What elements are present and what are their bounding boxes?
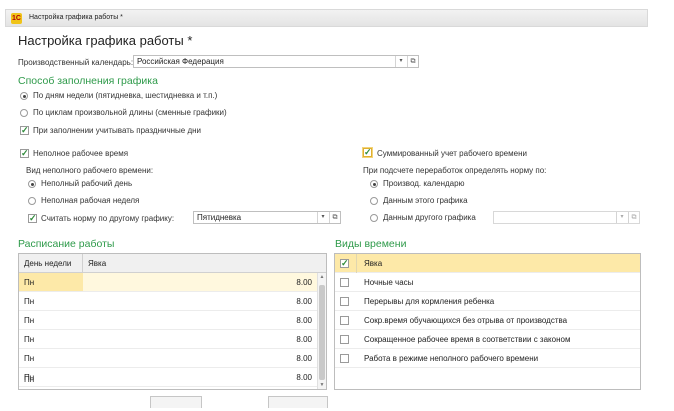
row-day: Пн <box>24 375 35 384</box>
app-logo-icon: 1С <box>11 13 22 24</box>
scroll-up-icon[interactable]: ▲ <box>318 274 326 280</box>
chevron-down-icon[interactable]: ▾ <box>395 56 406 67</box>
column-header-day[interactable]: День недели <box>24 259 71 268</box>
holidays-checkbox[interactable]: ✓ <box>20 126 29 135</box>
norm-another-schedule-radio[interactable] <box>370 214 378 222</box>
bottom-button-left[interactable] <box>150 396 202 408</box>
open-form-icon[interactable]: ⧉ <box>329 212 340 223</box>
part-time-week-radio[interactable] <box>28 197 36 205</box>
schedule-scrollbar[interactable]: ▲ ▼ <box>317 273 326 389</box>
row-value: 8.00 <box>296 354 312 363</box>
column-header-attendance[interactable]: Явка <box>88 259 106 268</box>
time-type-label: Ночные часы <box>364 278 414 287</box>
row-value: 8.00 <box>296 278 312 287</box>
calendar-label: Производственный календарь: <box>18 58 134 67</box>
time-type-label: Перерывы для кормления ребенка <box>364 297 495 306</box>
table-row[interactable]: Пн 8.00 <box>19 330 318 349</box>
table-row[interactable]: Пн 8.00 <box>19 273 318 292</box>
list-item[interactable]: Сокр.время обучающихся без отрыва от про… <box>335 311 640 330</box>
list-item[interactable]: Работа в режиме неполного рабочего време… <box>335 349 640 368</box>
row-day: Пн <box>24 316 35 325</box>
row-value: 8.00 <box>296 297 312 306</box>
time-type-checkbox[interactable] <box>340 278 349 287</box>
norm-another-schedule-label: Данным другого графика <box>383 213 476 222</box>
norm-other-schedule-label: Считать норму по другому графику: <box>41 214 175 223</box>
bottom-button-right[interactable] <box>268 396 328 408</box>
schedule-table: День недели Явка Пн 8.00 Пн 8.00 Пн 8.00… <box>18 253 327 390</box>
norm-production-calendar-label: Производ. календарю <box>383 179 465 188</box>
row-day: Пн <box>24 297 35 306</box>
norm-this-schedule-label: Данным этого графика <box>383 196 468 205</box>
part-time-week-label: Неполная рабочая неделя <box>41 196 140 205</box>
time-type-checkbox[interactable] <box>340 335 349 344</box>
norm-schedule-value: Пятидневка <box>197 213 242 222</box>
list-item[interactable]: Перерывы для кормления ребенка <box>335 292 640 311</box>
checkmark-icon: ✓ <box>364 147 372 157</box>
schedule-table-header: День недели Явка <box>19 254 326 273</box>
summarized-checkbox[interactable]: ✓ <box>363 148 372 157</box>
time-type-label: Явка <box>364 259 383 268</box>
norm-schedule-field[interactable]: Пятидневка ▾ ⧉ <box>193 211 341 224</box>
row-day: Пн <box>24 278 35 287</box>
checkmark-icon: ✓ <box>29 213 37 223</box>
table-row[interactable]: Пн 8.00 <box>19 292 318 311</box>
scroll-down-icon[interactable]: ▼ <box>318 382 326 388</box>
fill-by-weekdays-radio[interactable] <box>20 92 28 100</box>
holidays-label: При заполнении учитывать праздничные дни <box>33 126 202 135</box>
norm-production-calendar-radio[interactable] <box>370 180 378 188</box>
schedule-title: Расписание работы <box>18 238 115 250</box>
row-day: Пн <box>24 354 35 363</box>
open-form-icon[interactable]: ⧉ <box>407 56 418 67</box>
checkmark-icon: ✓ <box>21 148 29 158</box>
time-type-checkbox[interactable] <box>340 354 349 363</box>
calendar-value: Российская Федерация <box>137 57 224 66</box>
part-time-day-label: Неполный рабочий день <box>41 179 133 188</box>
summarized-norm-label: При подсчете переработок определять норм… <box>363 166 547 175</box>
norm-this-schedule-radio[interactable] <box>370 197 378 205</box>
open-form-icon[interactable]: ⧉ <box>628 212 639 223</box>
time-type-checkbox[interactable]: ✓ <box>340 259 349 268</box>
other-schedule-field[interactable]: ▾ ⧉ <box>493 211 640 224</box>
fill-method-title: Способ заполнения графика <box>18 75 158 87</box>
time-type-label: Сокр.время обучающихся без отрыва от про… <box>364 316 568 325</box>
time-type-checkbox[interactable] <box>340 316 349 325</box>
table-row[interactable]: Пн 8.00 <box>19 349 318 368</box>
row-value: 8.00 <box>296 316 312 325</box>
row-value: 8.00 <box>296 335 312 344</box>
fill-by-weekdays-label: По дням недели (пятидневка, шестидневка … <box>33 91 218 100</box>
fill-by-cycles-radio[interactable] <box>20 109 28 117</box>
scrollbar-thumb[interactable] <box>319 285 325 380</box>
chevron-down-icon[interactable]: ▾ <box>317 212 328 223</box>
table-row[interactable]: Пн 8.00 <box>19 368 318 387</box>
part-time-checkbox[interactable]: ✓ <box>20 149 29 158</box>
table-row[interactable]: Пн 8.00 <box>19 311 318 330</box>
part-time-label: Неполное рабочее время <box>33 149 129 158</box>
row-day: Пн <box>24 335 35 344</box>
summarized-label: Суммированный учет рабочего времени <box>377 149 527 158</box>
time-types-title: Виды времени <box>335 238 407 250</box>
checkmark-icon: ✓ <box>341 258 349 268</box>
time-types-list: ✓ Явка Ночные часы Перерывы для кормлени… <box>334 253 641 390</box>
time-type-checkbox[interactable] <box>340 297 349 306</box>
checkmark-icon: ✓ <box>21 125 29 135</box>
fill-by-cycles-label: По циклам произвольной длины (сменные гр… <box>33 108 227 117</box>
norm-other-schedule-checkbox[interactable]: ✓ <box>28 214 37 223</box>
time-type-label: Сокращенное рабочее время в соответствии… <box>364 335 571 344</box>
list-item[interactable]: Ночные часы <box>335 273 640 292</box>
table-row[interactable]: Пн <box>19 375 318 389</box>
part-time-day-radio[interactable] <box>28 180 36 188</box>
chevron-down-icon[interactable]: ▾ <box>616 212 627 223</box>
part-time-kind-label: Вид неполного рабочего времени: <box>26 166 154 175</box>
list-item[interactable]: Сокращенное рабочее время в соответствии… <box>335 330 640 349</box>
list-item[interactable]: ✓ Явка <box>335 254 640 273</box>
window-titlebar: 1С Настройка графика работы * <box>5 9 648 27</box>
calendar-field[interactable]: Российская Федерация ▾ ⧉ <box>133 55 419 68</box>
row-value: 8.00 <box>296 373 312 382</box>
page-title: Настройка графика работы * <box>18 33 193 48</box>
window-title: Настройка графика работы * <box>29 14 123 21</box>
time-type-label: Работа в режиме неполного рабочего време… <box>364 354 539 363</box>
